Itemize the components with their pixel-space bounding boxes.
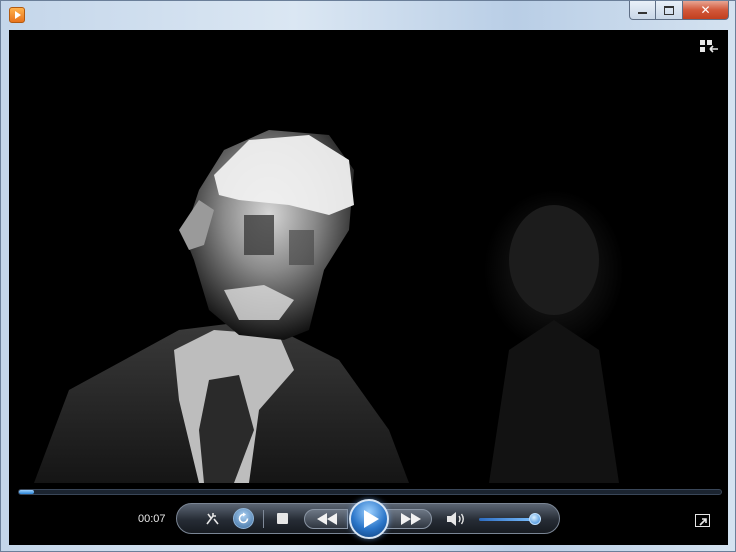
- volume-slider-thumb[interactable]: [528, 513, 541, 525]
- previous-icon: [317, 513, 337, 525]
- playback-controls-bar: 00:07: [9, 483, 728, 545]
- seek-progress: [19, 490, 35, 494]
- next-icon: [401, 513, 421, 525]
- minimize-icon: [638, 12, 647, 14]
- maximize-button[interactable]: [656, 1, 683, 20]
- close-button[interactable]: ✕: [683, 1, 729, 20]
- transport-pill: [176, 499, 560, 539]
- shuffle-icon[interactable]: [205, 511, 221, 527]
- minimize-button[interactable]: [629, 1, 656, 20]
- video-frame: [9, 30, 728, 483]
- play-icon: [364, 510, 379, 528]
- elapsed-time: 00:07: [138, 513, 166, 525]
- play-button[interactable]: [349, 499, 389, 539]
- repeat-button[interactable]: [233, 508, 254, 529]
- window-controls: ✕: [629, 1, 729, 21]
- previous-button[interactable]: [304, 509, 348, 529]
- maximize-icon: [664, 5, 674, 15]
- fullscreen-icon: [699, 518, 707, 526]
- repeat-icon: [238, 512, 249, 524]
- seek-bar[interactable]: [18, 489, 722, 495]
- next-button[interactable]: [384, 509, 432, 529]
- media-player-window: ✕ 00:07: [0, 0, 736, 552]
- switch-to-library-icon[interactable]: [700, 40, 718, 54]
- stop-button[interactable]: [277, 513, 288, 524]
- divider: [263, 510, 264, 528]
- video-area[interactable]: [9, 30, 728, 483]
- speaker-icon[interactable]: [446, 511, 466, 527]
- title-bar[interactable]: ✕: [1, 1, 735, 29]
- media-player-icon[interactable]: [9, 7, 25, 23]
- close-icon: ✕: [700, 3, 711, 17]
- fullscreen-button[interactable]: [695, 514, 710, 527]
